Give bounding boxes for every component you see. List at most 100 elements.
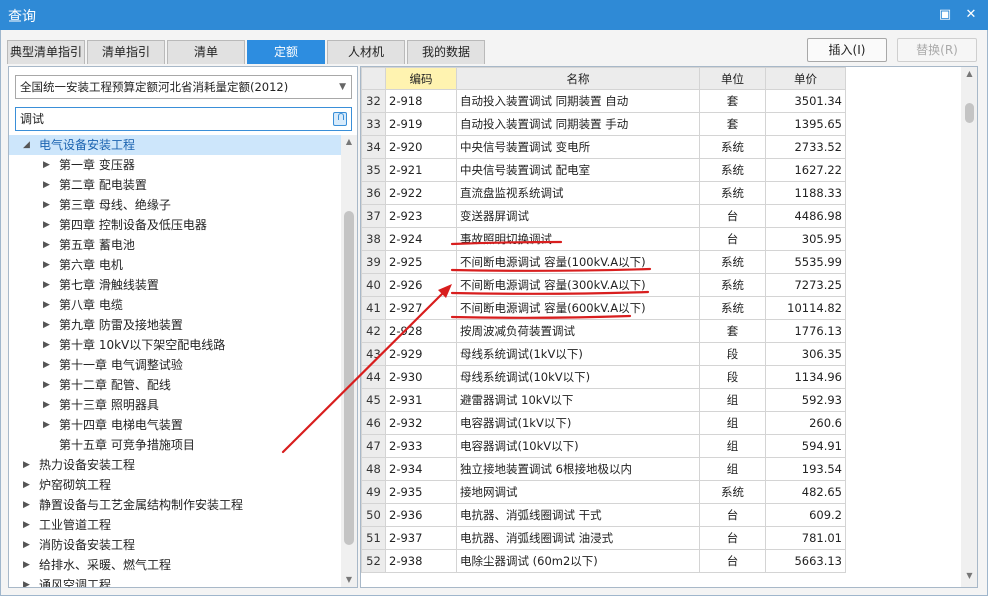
table-row[interactable]: 36 2-922 直流盘监视系统调试 系统 1188.33 bbox=[361, 181, 846, 205]
column-header-name[interactable]: 名称 bbox=[456, 67, 700, 90]
title-bar: 查询 ▣ ✕ bbox=[0, 0, 988, 30]
table-row[interactable]: 49 2-935 接地网调试 系统 482.65 bbox=[361, 480, 846, 504]
table-row[interactable]: 33 2-919 自动投入装置调试 同期装置 手动套 1395.65 bbox=[361, 112, 846, 136]
tree-item[interactable]: ▶ 第十四章 电梯电气装置 bbox=[9, 415, 341, 435]
tree-item[interactable]: ▶ 第八章 电缆 bbox=[9, 295, 341, 315]
table-row[interactable]: 45 2-931 避雷器调试 10kV以下组 592.93 bbox=[361, 388, 846, 412]
replace-button[interactable]: 替换(R) bbox=[897, 38, 977, 62]
tree-item[interactable]: ▶ 热力设备安装工程 bbox=[9, 455, 341, 475]
caret-right-icon[interactable]: ▶ bbox=[43, 415, 50, 435]
grid-scroll-up-icon[interactable]: ▲ bbox=[961, 69, 977, 78]
scroll-down-icon[interactable]: ▼ bbox=[341, 575, 357, 584]
caret-right-icon[interactable]: ▶ bbox=[23, 475, 30, 495]
scroll-up-icon[interactable]: ▲ bbox=[341, 137, 357, 146]
tree-item[interactable]: ▶ 第十一章 电气调整试验 bbox=[9, 355, 341, 375]
tab-quota[interactable]: 定额 bbox=[247, 40, 325, 64]
tree-item[interactable]: ▶ 第九章 防雷及接地装置 bbox=[9, 315, 341, 335]
insert-button[interactable]: 插入(I) bbox=[807, 38, 887, 62]
tree-item[interactable]: ▶ 第二章 配电装置 bbox=[9, 175, 341, 195]
row-number: 47 bbox=[361, 434, 386, 458]
tree-item[interactable]: ▶ 工业管道工程 bbox=[9, 515, 341, 535]
caret-right-icon[interactable]: ▶ bbox=[23, 495, 30, 515]
grid-scroll-thumb[interactable] bbox=[965, 103, 974, 123]
table-row[interactable]: 35 2-921 中央信号装置调试 配电室 系统 1627.22 bbox=[361, 158, 846, 182]
caret-down-icon[interactable]: ▼ bbox=[339, 76, 346, 98]
table-row[interactable]: 48 2-934 独立接地装置调试 6根接地极以内组 193.54 bbox=[361, 457, 846, 481]
table-row[interactable]: 41 2-927 不间断电源调试 容量(600kV.A以下) 系统 10114.82 bbox=[361, 296, 846, 320]
caret-right-icon[interactable]: ▶ bbox=[43, 235, 50, 255]
caret-right-icon[interactable]: ▶ bbox=[43, 395, 50, 415]
column-header-code[interactable]: 编码 bbox=[385, 67, 457, 90]
column-header-price[interactable]: 单价 bbox=[765, 67, 846, 90]
tree-item[interactable]: ▶ 炉窑砌筑工程 bbox=[9, 475, 341, 495]
table-row[interactable]: 46 2-932 电容器调试(1kV以下) 组 260.6 bbox=[361, 411, 846, 435]
tab-list-guide[interactable]: 清单指引 bbox=[87, 40, 165, 64]
tree-item[interactable]: ▶ 消防设备安装工程 bbox=[9, 535, 341, 555]
caret-right-icon[interactable]: ▶ bbox=[23, 455, 30, 475]
tree-item[interactable]: ▶ 第四章 控制设备及低压电器 bbox=[9, 215, 341, 235]
table-row[interactable]: 43 2-929 母线系统调试(1kV以下) 段 306.35 bbox=[361, 342, 846, 366]
cell-unit: 系统 bbox=[699, 296, 766, 320]
caret-right-icon[interactable]: ▶ bbox=[43, 255, 50, 275]
tree-item-label: 电气设备安装工程 bbox=[39, 138, 136, 152]
caret-right-icon[interactable]: ▶ bbox=[43, 175, 50, 195]
tree-item[interactable]: ▶ 通风空调工程 bbox=[9, 575, 341, 587]
caret-right-icon[interactable]: ▶ bbox=[23, 535, 30, 555]
caret-right-icon[interactable]: ▶ bbox=[43, 295, 50, 315]
table-row[interactable]: 51 2-937 电抗器、消弧线圈调试 油浸式台 781.01 bbox=[361, 526, 846, 550]
caret-right-icon[interactable]: ▶ bbox=[43, 215, 50, 235]
tab-typical-list-guide[interactable]: 典型清单指引 bbox=[7, 40, 85, 64]
caret-right-icon[interactable]: ▶ bbox=[43, 195, 50, 215]
tree-item-label: 第三章 母线、绝缘子 bbox=[59, 198, 171, 212]
grid-scrollbar[interactable]: ▲ ▼ bbox=[961, 67, 977, 587]
search-go-icon[interactable] bbox=[333, 112, 347, 126]
restore-icon[interactable]: ▣ bbox=[936, 6, 954, 24]
tree-scrollbar[interactable]: ▲ ▼ bbox=[341, 135, 357, 587]
table-row[interactable]: 40 2-926 不间断电源调试 容量(300kV.A以下) 系统 7273.25 bbox=[361, 273, 846, 297]
table-row[interactable]: 52 2-938 电除尘器调试 (60m2以下) 台 5663.13 bbox=[361, 549, 846, 573]
table-row[interactable]: 32 2-918 自动投入装置调试 同期装置 自动套 3501.34 bbox=[361, 89, 846, 113]
caret-right-icon[interactable]: ▶ bbox=[23, 575, 30, 587]
table-row[interactable]: 50 2-936 电抗器、消弧线圈调试 干式台 609.2 bbox=[361, 503, 846, 527]
table-row[interactable]: 37 2-923 变送器屏调试台 4486.98 bbox=[361, 204, 846, 228]
caret-right-icon[interactable]: ▶ bbox=[23, 555, 30, 575]
tree-item[interactable]: ▶ 第六章 电机 bbox=[9, 255, 341, 275]
search-input[interactable]: 调试 bbox=[15, 107, 352, 131]
tree-item[interactable]: 第十五章 可竞争措施项目 bbox=[9, 435, 341, 455]
caret-right-icon[interactable]: ▶ bbox=[43, 375, 50, 395]
caret-right-icon[interactable]: ▶ bbox=[43, 335, 50, 355]
caret-right-icon[interactable]: ▶ bbox=[23, 515, 30, 535]
close-icon[interactable]: ✕ bbox=[962, 6, 980, 24]
grid-scroll-down-icon[interactable]: ▼ bbox=[961, 571, 977, 580]
tree-item[interactable]: ▶ 第一章 变压器 bbox=[9, 155, 341, 175]
tree-item[interactable]: ▶ 第十章 10kV以下架空配电线路 bbox=[9, 335, 341, 355]
tab-my-data[interactable]: 我的数据 bbox=[407, 40, 485, 64]
tree-scroll-thumb[interactable] bbox=[344, 211, 354, 545]
caret-right-icon[interactable]: ▶ bbox=[43, 275, 50, 295]
table-row[interactable]: 42 2-928 按周波减负荷装置调试套 1776.13 bbox=[361, 319, 846, 343]
caret-right-icon[interactable]: ▶ bbox=[43, 355, 50, 375]
tree-item[interactable]: ▶ 静置设备与工艺金属结构制作安装工程 bbox=[9, 495, 341, 515]
column-header-unit[interactable]: 单位 bbox=[699, 67, 766, 90]
tree-item[interactable]: ▶ 给排水、采暖、燃气工程 bbox=[9, 555, 341, 575]
cell-name: 电容器调试(10kV以下) bbox=[456, 434, 700, 458]
tree-item[interactable]: ▶ 第三章 母线、绝缘子 bbox=[9, 195, 341, 215]
caret-right-icon[interactable]: ▶ bbox=[43, 315, 50, 335]
caret-down-icon[interactable]: ◢ bbox=[23, 135, 30, 155]
quota-library-select[interactable]: 全国统一安装工程预算定额河北省消耗量定额(2012) ▼ bbox=[15, 75, 352, 99]
table-row[interactable]: 44 2-930 母线系统调试(10kV以下) 段 1134.96 bbox=[361, 365, 846, 389]
cell-code: 2-928 bbox=[385, 319, 457, 343]
table-row[interactable]: 39 2-925 不间断电源调试 容量(100kV.A以下) 系统 5535.99 bbox=[361, 250, 846, 274]
table-row[interactable]: 47 2-933 电容器调试(10kV以下) 组 594.91 bbox=[361, 434, 846, 458]
tree-item[interactable]: ▶ 第七章 滑触线装置 bbox=[9, 275, 341, 295]
table-row[interactable]: 38 2-924 事故照明切换调试台 305.95 bbox=[361, 227, 846, 251]
caret-right-icon[interactable]: ▶ bbox=[43, 155, 50, 175]
tab-labor-material[interactable]: 人材机 bbox=[327, 40, 405, 64]
tree-item[interactable]: ◢ 电气设备安装工程 bbox=[9, 135, 341, 155]
tab-list[interactable]: 清单 bbox=[167, 40, 245, 64]
table-row[interactable]: 34 2-920 中央信号装置调试 变电所 系统 2733.52 bbox=[361, 135, 846, 159]
tree-item[interactable]: ▶ 第五章 蓄电池 bbox=[9, 235, 341, 255]
tree-item-label: 第九章 防雷及接地装置 bbox=[59, 318, 183, 332]
tree-item[interactable]: ▶ 第十三章 照明器具 bbox=[9, 395, 341, 415]
tree-item[interactable]: ▶ 第十二章 配管、配线 bbox=[9, 375, 341, 395]
